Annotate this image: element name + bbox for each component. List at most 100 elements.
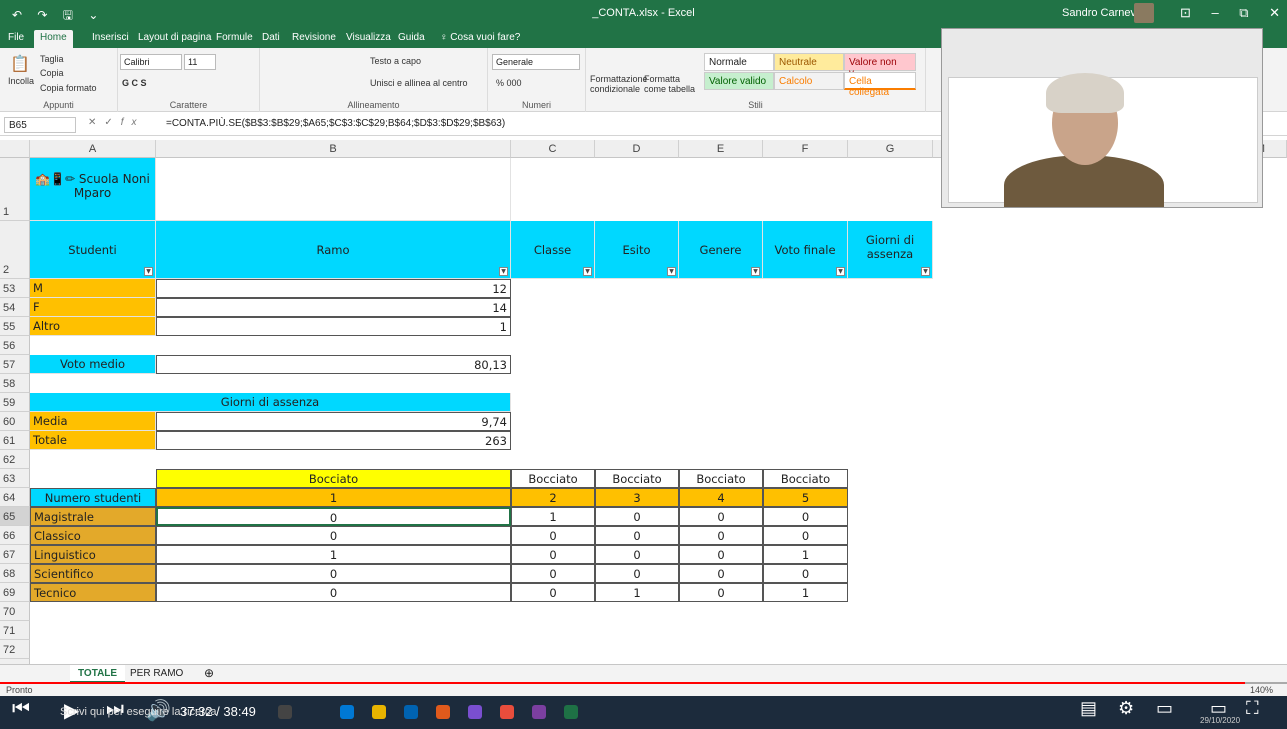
count-cell[interactable]: 0: [511, 526, 595, 545]
task-view-icon[interactable]: [278, 705, 292, 719]
filter-dropdown-icon[interactable]: ▼: [751, 267, 760, 276]
select-all-corner[interactable]: [0, 140, 30, 158]
header-studenti[interactable]: Studenti ▼: [30, 221, 156, 279]
bocciato-header[interactable]: Bocciato: [763, 469, 848, 488]
classe-number-cell[interactable]: 1: [156, 488, 511, 507]
count-cell[interactable]: 0: [511, 564, 595, 583]
count-cell[interactable]: 1: [156, 545, 511, 564]
gender-count-cell[interactable]: 1: [156, 317, 511, 336]
ribbon-display-icon[interactable]: ⊡: [1180, 5, 1191, 21]
column-header-b[interactable]: B: [156, 140, 511, 158]
numero-studenti-label[interactable]: Numero studenti: [30, 488, 156, 507]
classe-number-cell[interactable]: 3: [595, 488, 679, 507]
prev-icon[interactable]: ⏮: [12, 698, 30, 721]
style-calc[interactable]: Calcolo: [774, 72, 844, 90]
settings-gear-icon[interactable]: ⚙: [1118, 698, 1134, 719]
count-cell[interactable]: 0: [595, 526, 679, 545]
filter-dropdown-icon[interactable]: ▼: [667, 267, 676, 276]
ramo-label-cell[interactable]: Scientifico: [30, 564, 156, 583]
close-icon[interactable]: ✕: [1269, 5, 1280, 21]
classe-number-cell[interactable]: 4: [679, 488, 763, 507]
gender-label-cell[interactable]: F: [30, 298, 156, 317]
tab-inserisci[interactable]: Inserisci: [92, 32, 129, 43]
conditional-format-button[interactable]: Formattazione condizionale: [590, 74, 648, 94]
column-header-g[interactable]: G: [848, 140, 933, 158]
count-cell[interactable]: 0: [679, 583, 763, 602]
tab-guida[interactable]: Guida: [398, 32, 425, 43]
row-header[interactable]: 68: [0, 564, 30, 583]
selected-cell-b65[interactable]: 0: [156, 507, 511, 526]
tab-revisione[interactable]: Revisione: [292, 32, 336, 43]
ramo-label-cell[interactable]: Tecnico: [30, 583, 156, 602]
row-header[interactable]: 60: [0, 412, 30, 431]
giorni-assenza-title[interactable]: Giorni di assenza: [30, 393, 511, 412]
row-header[interactable]: 53: [0, 279, 30, 298]
gender-label-cell[interactable]: Altro: [30, 317, 156, 336]
header-genere[interactable]: Genere ▼: [679, 221, 763, 279]
style-neutral[interactable]: Neutrale: [774, 53, 844, 71]
tab-home[interactable]: Home: [34, 30, 73, 48]
tab-dati[interactable]: Dati: [262, 32, 280, 43]
row-header[interactable]: 63: [0, 469, 30, 488]
explorer-icon[interactable]: [372, 705, 386, 719]
count-cell[interactable]: 1: [763, 545, 848, 564]
tab-formule[interactable]: Formule: [216, 32, 253, 43]
count-cell[interactable]: 0: [595, 507, 679, 526]
count-cell[interactable]: 1: [595, 583, 679, 602]
sheet-tab-per-ramo[interactable]: PER RAMO: [122, 665, 191, 683]
row-header[interactable]: 2: [0, 221, 30, 279]
tab-layout[interactable]: Layout di pagina: [138, 32, 211, 43]
merge-center-button[interactable]: Unisci e allinea al centro: [370, 78, 468, 88]
voto-medio-label[interactable]: Voto medio: [30, 355, 156, 374]
gender-count-cell[interactable]: 12: [156, 279, 511, 298]
row-header[interactable]: 57: [0, 355, 30, 374]
ramo-label-cell[interactable]: Magistrale: [30, 507, 156, 526]
count-cell[interactable]: 0: [156, 526, 511, 545]
row-header[interactable]: 54: [0, 298, 30, 317]
count-cell[interactable]: 0: [763, 564, 848, 583]
bocciato-header[interactable]: Bocciato: [511, 469, 595, 488]
gender-count-cell[interactable]: 14: [156, 298, 511, 317]
column-header-d[interactable]: D: [595, 140, 679, 158]
row-header[interactable]: 61: [0, 431, 30, 450]
count-cell[interactable]: 0: [763, 526, 848, 545]
row-header[interactable]: 66: [0, 526, 30, 545]
font-size-select[interactable]: 11: [184, 54, 216, 70]
style-linked[interactable]: Cella collegata: [844, 72, 916, 98]
row-header[interactable]: 67: [0, 545, 30, 564]
bold-italic-underline[interactable]: G C S: [122, 78, 147, 88]
font-name-select[interactable]: Calibri: [120, 54, 182, 70]
cut-button[interactable]: Taglia: [40, 54, 64, 64]
row-header[interactable]: 55: [0, 317, 30, 336]
app-icon[interactable]: [436, 705, 450, 719]
paste-button[interactable]: Incolla: [8, 76, 34, 86]
media-value[interactable]: 9,74: [156, 412, 511, 431]
ramo-label-cell[interactable]: Classico: [30, 526, 156, 545]
row-header[interactable]: 58: [0, 374, 30, 393]
bocciato-header[interactable]: Bocciato: [595, 469, 679, 488]
count-cell[interactable]: 0: [595, 564, 679, 583]
header-voto-finale[interactable]: Voto finale ▼: [763, 221, 848, 279]
app-icon[interactable]: [532, 705, 546, 719]
restore-icon[interactable]: ⧉: [1239, 5, 1248, 21]
row-header[interactable]: 59: [0, 393, 30, 412]
style-normal[interactable]: Normale: [704, 53, 774, 71]
edge-icon[interactable]: [340, 705, 354, 719]
count-cell[interactable]: 0: [679, 564, 763, 583]
user-avatar[interactable]: [1134, 3, 1154, 23]
wrap-text-button[interactable]: Testo a capo: [370, 56, 421, 66]
fx-icon[interactable]: ✕✓fx: [88, 117, 145, 128]
filter-dropdown-icon[interactable]: ▼: [836, 267, 845, 276]
tell-me-search[interactable]: ♀ Cosa vuoi fare?: [440, 32, 520, 43]
app-icon[interactable]: [468, 705, 482, 719]
totale-value[interactable]: 263: [156, 431, 511, 450]
school-name-cell[interactable]: 🏫📱✏ Scuola Noni Mparo: [30, 158, 156, 221]
format-as-table-button[interactable]: Formatta come tabella: [644, 74, 698, 94]
column-header-c[interactable]: C: [511, 140, 595, 158]
row-header[interactable]: 69: [0, 583, 30, 602]
media-label[interactable]: Media: [30, 412, 156, 431]
row-header[interactable]: 72: [0, 640, 30, 659]
count-cell[interactable]: 0: [763, 507, 848, 526]
name-box[interactable]: B65: [4, 117, 76, 133]
style-invalid[interactable]: Valore non v...: [844, 53, 916, 79]
